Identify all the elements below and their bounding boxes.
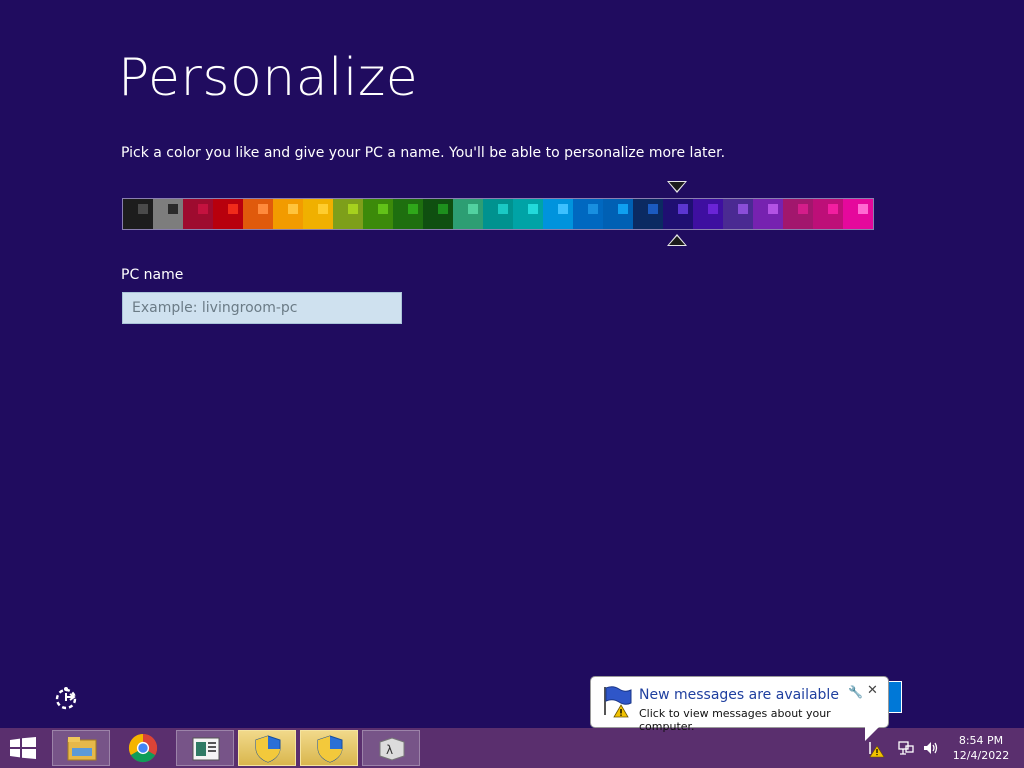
uac-shield-icon (317, 735, 343, 763)
taskbar-uac-1[interactable] (238, 730, 296, 766)
swatch-accent (198, 204, 208, 214)
swatch-accent (468, 204, 478, 214)
swatch-accent (858, 204, 868, 214)
pc-name-label: PC name (121, 267, 184, 283)
taskbar-window-app[interactable] (176, 730, 234, 766)
color-swatch[interactable] (813, 199, 843, 229)
color-swatch[interactable] (513, 199, 543, 229)
network-icon[interactable] (897, 740, 915, 756)
selected-color-marker-bottom (667, 234, 687, 246)
color-swatch[interactable] (483, 199, 513, 229)
color-swatch[interactable] (393, 199, 423, 229)
swatch-accent (528, 204, 538, 214)
color-swatch[interactable] (603, 199, 633, 229)
swatch-accent (228, 204, 238, 214)
page-title: Personalize (118, 48, 419, 108)
uac-shield-icon (255, 735, 281, 763)
swatch-accent (258, 204, 268, 214)
swatch-accent (588, 204, 598, 214)
close-icon[interactable]: ✕ (867, 683, 878, 698)
pc-name-input[interactable] (122, 292, 402, 324)
swatch-accent (708, 204, 718, 214)
swatch-accent (678, 204, 688, 214)
wrench-icon[interactable]: 🔧 (848, 685, 863, 699)
action-center-warning-icon[interactable] (868, 740, 886, 758)
swatch-accent (768, 204, 778, 214)
svg-text:λ: λ (386, 743, 393, 757)
color-swatch[interactable] (213, 199, 243, 229)
color-swatch[interactable] (273, 199, 303, 229)
color-swatch[interactable] (123, 199, 153, 229)
swatch-accent (438, 204, 448, 214)
swatch-accent (408, 204, 418, 214)
swatch-accent (318, 204, 328, 214)
clock-time: 8:54 PM (958, 734, 1004, 747)
swatch-accent (558, 204, 568, 214)
color-swatch[interactable] (573, 199, 603, 229)
color-swatch[interactable] (153, 199, 183, 229)
color-swatch[interactable] (363, 199, 393, 229)
color-swatch[interactable] (843, 199, 873, 229)
page-subtitle: Pick a color you like and give your PC a… (121, 145, 726, 161)
swatch-accent (288, 204, 298, 214)
color-swatch[interactable] (693, 199, 723, 229)
color-swatch[interactable] (753, 199, 783, 229)
taskbar-clock[interactable]: 8:54 PM 12/4/2022 (948, 733, 1014, 763)
file-explorer-icon (67, 737, 97, 761)
color-swatch[interactable] (543, 199, 573, 229)
color-swatch[interactable] (783, 199, 813, 229)
notification-title: New messages are available (639, 687, 839, 703)
swatch-accent (378, 204, 388, 214)
window-app-icon (192, 737, 220, 761)
ease-of-access-icon[interactable] (52, 684, 80, 712)
swatch-accent (648, 204, 658, 214)
taskbar-uac-2[interactable] (300, 730, 358, 766)
volume-icon[interactable] (922, 740, 940, 756)
clock-date: 12/4/2022 (952, 749, 1010, 762)
windows-start-icon[interactable] (8, 737, 38, 759)
color-swatch[interactable] (333, 199, 363, 229)
action-center-flag-icon (604, 686, 632, 718)
swatch-accent (348, 204, 358, 214)
swatch-accent (828, 204, 838, 214)
color-swatch[interactable] (423, 199, 453, 229)
swatch-accent (618, 204, 628, 214)
chrome-icon (128, 733, 158, 763)
color-swatch[interactable] (453, 199, 483, 229)
taskbar-lambda-app[interactable]: λ (362, 730, 420, 766)
color-swatch[interactable] (663, 199, 693, 229)
taskbar-file-explorer[interactable] (52, 730, 110, 766)
color-palette[interactable] (122, 198, 874, 230)
color-swatch[interactable] (243, 199, 273, 229)
taskbar-chrome[interactable] (114, 730, 172, 766)
notification-text: Click to view messages about your comput… (639, 707, 831, 733)
swatch-accent (498, 204, 508, 214)
color-swatch[interactable] (723, 199, 753, 229)
swatch-accent (138, 204, 148, 214)
swatch-accent (798, 204, 808, 214)
lambda-app-icon: λ (379, 737, 405, 761)
color-swatch[interactable] (303, 199, 333, 229)
color-swatch[interactable] (633, 199, 663, 229)
selected-color-marker-top (667, 181, 687, 193)
color-swatch[interactable] (183, 199, 213, 229)
notification-balloon[interactable]: New messages are available Click to view… (590, 676, 889, 741)
swatch-accent (738, 204, 748, 214)
swatch-accent (168, 204, 178, 214)
